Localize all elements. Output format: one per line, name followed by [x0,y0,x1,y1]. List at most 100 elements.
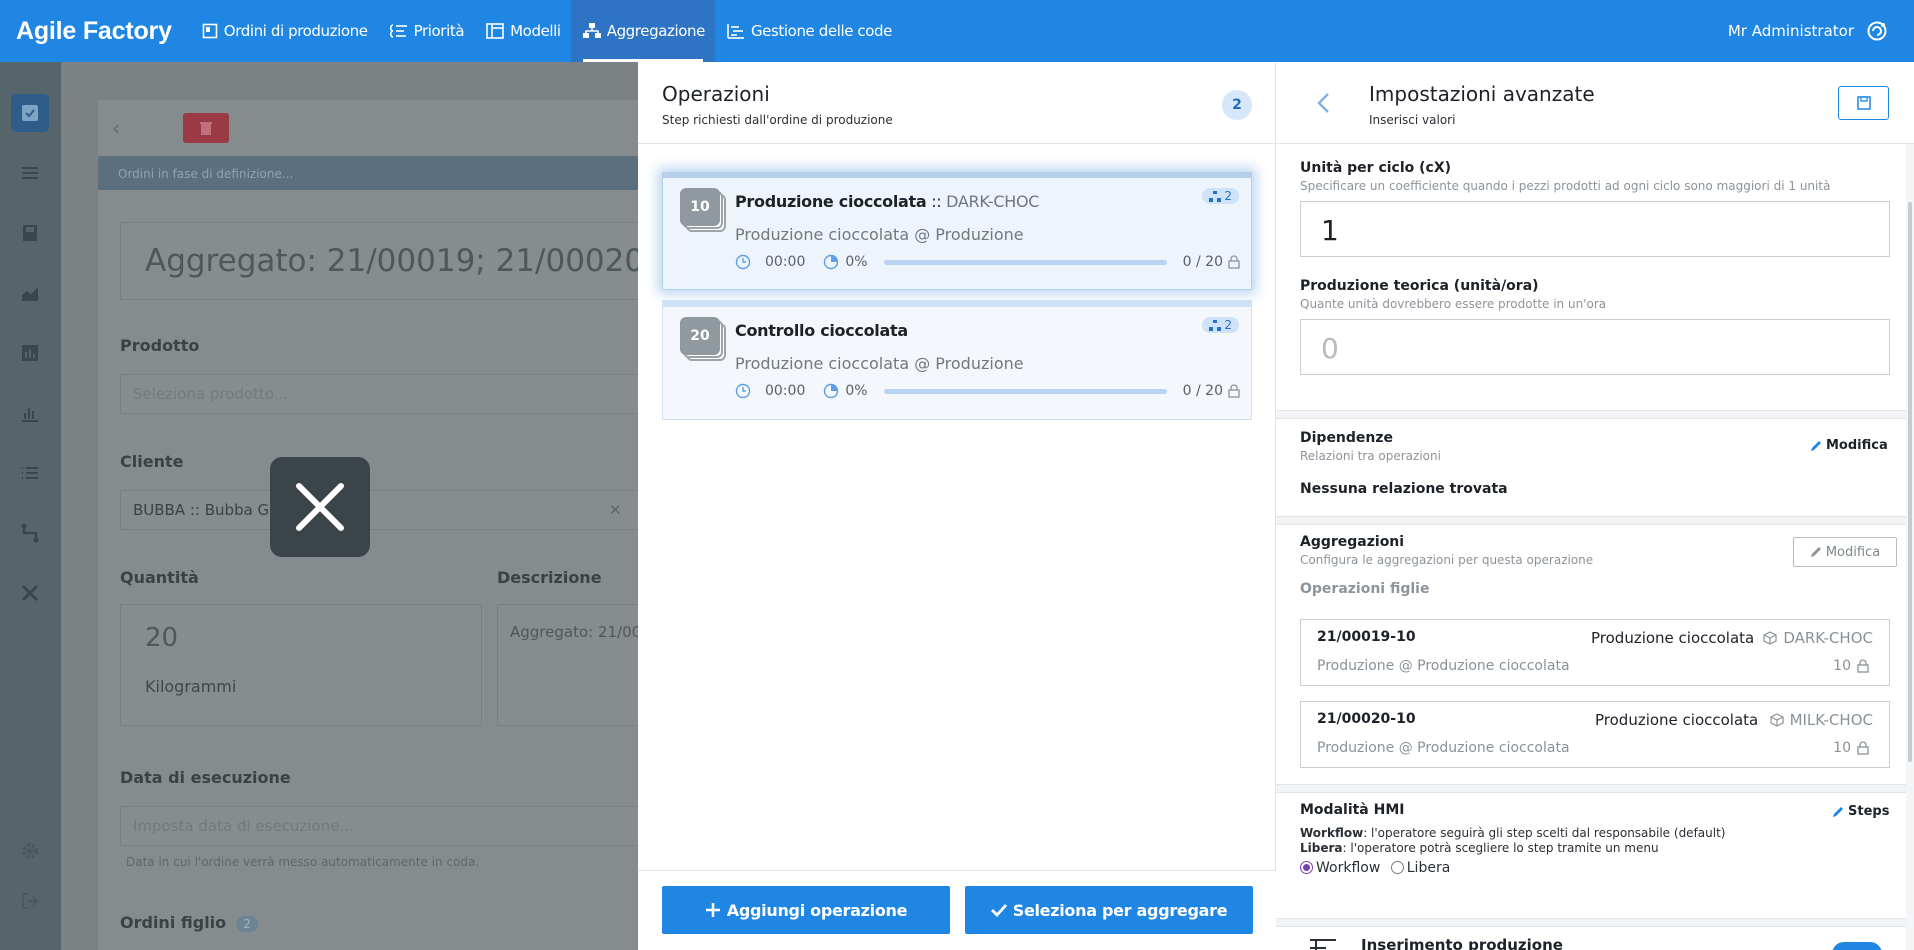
children-count-badge: 2 [1202,317,1239,333]
child-operation-qty: 10 [1833,658,1869,674]
production-entry-toggle[interactable] [1832,942,1882,950]
nav-label: Gestione delle code [750,22,893,40]
sidebar-stats-icon[interactable] [11,394,49,432]
child-operation-id: 21/00020-10 [1317,711,1416,727]
operations-subtitle: Step richiesti dall'ordine di produzione [662,113,893,127]
operation-time: 00:00 [765,383,806,399]
background-description-label: Descrizione [497,568,602,587]
units-per-cycle-label: Unità per ciclo (cX) [1300,160,1452,176]
sidebar-gear-icon[interactable] [11,832,49,870]
dependencies-hint: Relazioni tra operazioni [1300,449,1441,463]
sidebar-list-icon[interactable] [11,454,49,492]
child-operation-row[interactable]: 21/00019-10 Produzione cioccolata DARK-C… [1300,619,1890,686]
nav-ordini-di-produzione[interactable]: Ordini di produzione [190,0,378,62]
scrollbar-thumb[interactable] [1908,202,1912,762]
child-operation-row[interactable]: 21/00020-10 Produzione cioccolata MILK-C… [1300,701,1890,768]
app-logo[interactable]: Agile Factory [0,0,190,62]
background-date-hint: Data in cui l'ordine verrà messo automat… [126,855,480,869]
operation-qty: 0 / 20 [1182,254,1223,270]
dependencies-label: Dipendenze [1300,430,1394,446]
box-icon [1769,713,1784,727]
units-per-cycle-input[interactable]: 1 [1300,201,1890,257]
progress-pie-icon [823,254,839,270]
aggregation-icon [1209,319,1222,331]
close-icon [292,479,348,535]
background-date-input: Imposta data di esecuzione... [120,806,650,846]
nav-priorita[interactable]: Priorità [378,0,475,62]
hmi-mode-options: Workflow Libera [1300,860,1890,876]
theoretical-production-input[interactable]: 0 [1300,319,1890,375]
dependencies-edit-link[interactable]: Modifica [1810,438,1888,453]
operation-meta: 00:00 0% 0 / 20 [735,381,1240,401]
close-overlay-button[interactable] [270,457,370,557]
radio-checked-icon [1300,861,1313,874]
nav-label: Modelli [510,22,561,40]
operation-name: Controllo cioccolata [735,321,908,340]
background-product-label: Prodotto [120,336,200,355]
nav-modelli[interactable]: Modelli [474,0,571,62]
child-operation-code-text: DARK-CHOC [1783,629,1873,647]
step-stack-icon: 20 [680,317,726,363]
child-operation-code: DARK-CHOC [1763,629,1873,647]
production-entry-label: Inserimento produzione [1361,936,1563,950]
background-children-label: Ordini figlio 2 [120,913,258,932]
progress-pie-icon [823,383,839,399]
logo-mark-icon[interactable] [1866,20,1888,42]
background-product-input: Seleziona prodotto... [120,374,640,414]
select-to-aggregate-button[interactable]: Seleziona per aggregare [965,886,1253,934]
section-divider [1276,784,1914,793]
theoretical-production-section: Produzione teorica (unità/ora) Quante un… [1276,278,1914,375]
progress-bar [883,259,1167,265]
hmi-workflow-option: Workflow [1316,860,1381,876]
sidebar-tools-icon[interactable] [11,574,49,612]
aggregations-edit-button[interactable]: Modifica [1793,537,1897,567]
advanced-settings-panel: Impostazioni avanzate Inserisci valori U… [1276,62,1914,950]
children-count: 2 [1224,189,1232,203]
sidebar-logout-icon[interactable] [11,882,49,920]
lock-icon [1228,384,1240,398]
step-number: 10 [680,188,720,226]
hmi-workflow-key: Workflow [1300,826,1364,840]
operation-card-10[interactable]: 10 Produzione cioccolata :: DARK-CHOC 2 … [662,172,1252,290]
nav-gestione-delle-code[interactable]: Gestione delle code [715,0,902,62]
theoretical-production-label: Produzione teorica (unità/ora) [1300,278,1539,294]
nav-aggregazione[interactable]: Aggregazione [570,0,715,62]
section-divider [1276,410,1914,419]
aggregations-edit-label: Modifica [1825,544,1881,560]
hmi-workflow-radio[interactable]: Workflow [1300,860,1380,876]
hmi-free-radio[interactable]: Libera [1390,860,1450,876]
sidebar-save-icon[interactable] [11,214,49,252]
user-name[interactable]: Mr Administrator [1728,22,1854,40]
operation-card-20[interactable]: 20 Controllo cioccolata 2 Produzione cio… [662,300,1252,420]
operation-name-text: Produzione cioccolata [735,192,927,211]
sidebar-area-chart-icon[interactable] [11,274,49,312]
sidebar-orders-icon[interactable] [11,94,49,132]
sidebar-settings-sliders-icon[interactable] [11,154,49,192]
select-to-aggregate-label: Seleziona per aggregare [1012,900,1228,920]
hmi-steps-link[interactable]: Steps [1832,804,1889,819]
back-chevron-icon[interactable] [1316,92,1330,114]
pencil-icon [1810,440,1822,452]
child-operation-code: MILK-CHOC [1769,711,1873,729]
section-divider [1276,918,1914,927]
background-quantity-input: 20 Kilogrammi [120,604,482,726]
sidebar-flow-icon[interactable] [11,514,49,552]
sidebar-bar-chart-icon[interactable] [11,334,49,372]
lock-icon [1228,255,1240,269]
section-divider [1276,516,1914,525]
background-description-input: Aggregato: 21/00 [497,604,647,726]
save-button[interactable] [1838,86,1889,120]
add-operation-button[interactable]: Aggiungi operazione [662,886,950,934]
background-back-icon: ‹ [112,116,120,140]
hmi-free-key: Libera [1300,841,1343,855]
main-nav: Ordini di produzione Priorità Modelli Ag… [190,0,902,62]
operation-percent: 0% [845,383,868,399]
operation-meta: 00:00 0% 0 / 20 [735,252,1240,272]
child-operation-name: Produzione cioccolata [1591,629,1755,647]
children-count: 2 [1224,318,1232,332]
pencil-icon [1810,546,1822,558]
child-operation-qty-text: 10 [1833,740,1851,756]
operation-name-text: Controllo cioccolata [735,321,908,340]
child-operation-qty: 10 [1833,740,1869,756]
lock-icon [1857,741,1869,755]
